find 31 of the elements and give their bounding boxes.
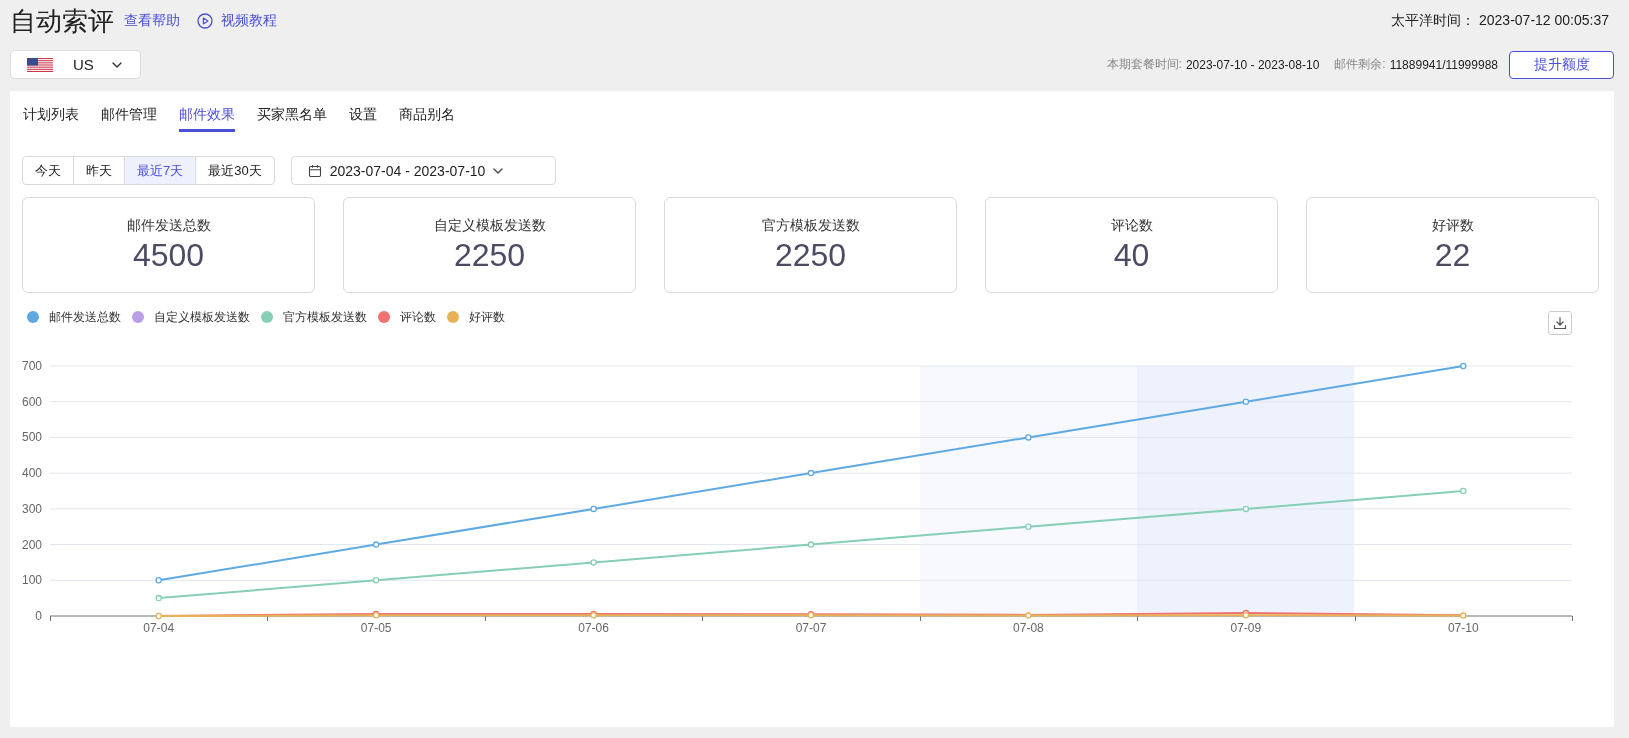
plan-period-label: 本期套餐时间: — [1106, 56, 1182, 73]
x-axis-label: 07-10 — [1447, 621, 1479, 635]
x-axis-label: 07-06 — [578, 621, 609, 635]
plan-period-value: 2023-07-10 - 2023-08-10 — [1185, 57, 1320, 72]
x-axis-label: 07-08 — [1013, 621, 1044, 635]
x-axis-label: 07-09 — [1230, 621, 1262, 635]
y-axis-label: 500 — [21, 430, 42, 445]
stat-label: 好评数 — [1431, 216, 1474, 234]
x-axis-label: 07-05 — [360, 621, 392, 635]
stat-value: 40 — [1113, 236, 1150, 274]
y-axis-label: 300 — [21, 501, 42, 516]
stat-value: 2250 — [774, 236, 847, 274]
clock-text: 太平洋时间： 2023-07-12 00:05:37 — [1391, 12, 1609, 30]
y-axis-label: 0 — [35, 609, 42, 623]
stat-label: 自定义模板发送数 — [433, 216, 546, 234]
y-axis-label: 200 — [21, 537, 42, 552]
stat-label: 邮件发送总数 — [126, 216, 211, 234]
stat-label: 评论数 — [1110, 216, 1153, 234]
stat-value: 22 — [1434, 236, 1471, 274]
stat-value: 4500 — [132, 236, 205, 274]
emails-remaining-label: 邮件剩余: — [1334, 56, 1386, 73]
stat-value: 2250 — [453, 236, 526, 274]
y-axis-label: 100 — [21, 573, 42, 588]
y-axis-label: 700 — [21, 359, 42, 373]
y-axis-label: 400 — [21, 466, 42, 481]
page-title: 自动索评 — [10, 5, 114, 38]
x-axis-label: 07-04 — [143, 621, 175, 635]
y-axis-label: 600 — [21, 394, 42, 409]
stat-label: 官方模板发送数 — [761, 216, 860, 234]
x-axis-label: 07-07 — [795, 621, 827, 635]
emails-remaining-value: 11889941/11999988 — [1389, 57, 1498, 72]
